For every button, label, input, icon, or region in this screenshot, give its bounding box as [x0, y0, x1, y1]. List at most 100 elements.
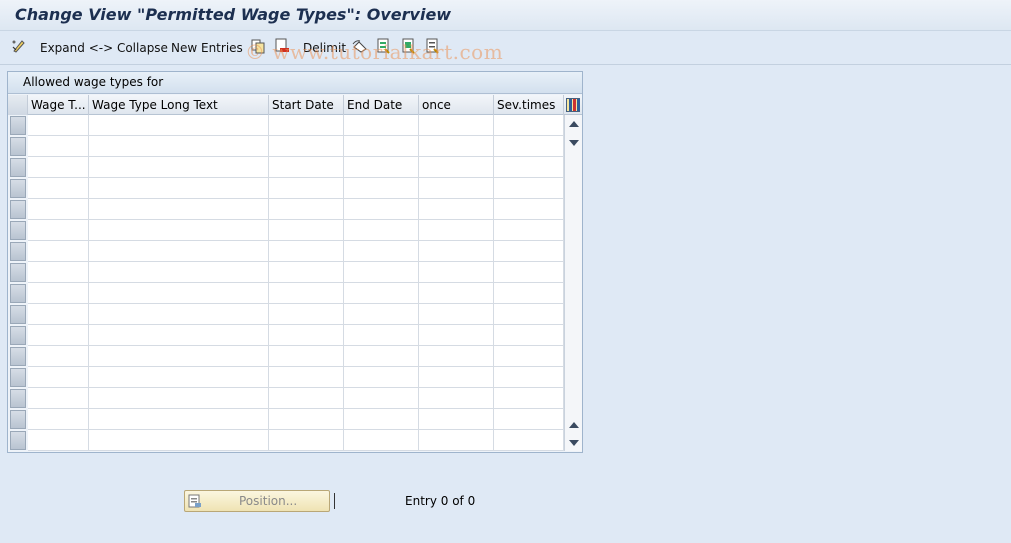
table-cell[interactable]: [494, 199, 564, 220]
row-selector[interactable]: [10, 389, 26, 408]
scroll-down-icon[interactable]: [569, 440, 579, 446]
table-cell[interactable]: [89, 409, 269, 430]
table-cell[interactable]: [28, 409, 89, 430]
row-selector[interactable]: [10, 284, 26, 303]
column-header-sev-times[interactable]: Sev.times: [494, 95, 564, 115]
table-cell[interactable]: [269, 220, 344, 241]
table-cell[interactable]: [344, 157, 419, 178]
table-cell[interactable]: [419, 304, 494, 325]
table-cell[interactable]: [344, 178, 419, 199]
table-cell[interactable]: [269, 325, 344, 346]
table-cell[interactable]: [89, 304, 269, 325]
table-cell[interactable]: [419, 199, 494, 220]
table-cell[interactable]: [419, 283, 494, 304]
row-selector[interactable]: [10, 305, 26, 324]
column-header-wage-type[interactable]: Wage T...: [28, 95, 89, 115]
table-cell[interactable]: [419, 220, 494, 241]
column-header-once[interactable]: once: [419, 95, 494, 115]
table-cell[interactable]: [28, 199, 89, 220]
table-cell[interactable]: [494, 157, 564, 178]
table-cell[interactable]: [344, 430, 419, 451]
table-cell[interactable]: [344, 220, 419, 241]
table-cell[interactable]: [494, 115, 564, 136]
table-cell[interactable]: [494, 388, 564, 409]
table-cell[interactable]: [419, 157, 494, 178]
table-cell[interactable]: [269, 262, 344, 283]
table-cell[interactable]: [89, 199, 269, 220]
table-cell[interactable]: [269, 115, 344, 136]
new-entries-button[interactable]: New Entries: [171, 39, 243, 57]
row-selector[interactable]: [10, 158, 26, 177]
table-cell[interactable]: [344, 346, 419, 367]
position-button[interactable]: Position...: [184, 490, 330, 512]
table-cell[interactable]: [419, 136, 494, 157]
table-cell[interactable]: [419, 430, 494, 451]
table-cell[interactable]: [419, 262, 494, 283]
table-cell[interactable]: [419, 241, 494, 262]
column-header-end-date[interactable]: End Date: [344, 95, 419, 115]
table-cell[interactable]: [494, 241, 564, 262]
row-selector[interactable]: [10, 410, 26, 429]
table-cell[interactable]: [89, 241, 269, 262]
table-cell[interactable]: [419, 325, 494, 346]
table-cell[interactable]: [344, 304, 419, 325]
table-cell[interactable]: [28, 220, 89, 241]
row-selector[interactable]: [10, 116, 26, 135]
table-cell[interactable]: [28, 115, 89, 136]
table-cell[interactable]: [419, 178, 494, 199]
table-cell[interactable]: [269, 157, 344, 178]
table-cell[interactable]: [494, 325, 564, 346]
table-cell[interactable]: [494, 409, 564, 430]
table-cell[interactable]: [269, 199, 344, 220]
table-cell[interactable]: [28, 178, 89, 199]
table-cell[interactable]: [28, 262, 89, 283]
table-cell[interactable]: [344, 409, 419, 430]
table-cell[interactable]: [344, 241, 419, 262]
scroll-page-up-icon[interactable]: [569, 422, 579, 428]
row-selector[interactable]: [10, 326, 26, 345]
row-selector[interactable]: [10, 179, 26, 198]
select-all-rows-cell[interactable]: [8, 95, 28, 115]
table-cell[interactable]: [419, 409, 494, 430]
table-cell[interactable]: [344, 283, 419, 304]
table-cell[interactable]: [28, 388, 89, 409]
table-cell[interactable]: [494, 430, 564, 451]
table-cell[interactable]: [89, 346, 269, 367]
row-selector[interactable]: [10, 242, 26, 261]
column-header-start-date[interactable]: Start Date: [269, 95, 344, 115]
table-cell[interactable]: [344, 325, 419, 346]
table-cell[interactable]: [269, 304, 344, 325]
table-cell[interactable]: [28, 304, 89, 325]
table-cell[interactable]: [89, 157, 269, 178]
table-cell[interactable]: [269, 241, 344, 262]
expand-collapse-button[interactable]: Expand <-> Collapse: [40, 39, 168, 57]
table-cell[interactable]: [269, 367, 344, 388]
row-selector[interactable]: [10, 347, 26, 366]
row-selector[interactable]: [10, 221, 26, 240]
table-cell[interactable]: [494, 262, 564, 283]
row-selector[interactable]: [10, 137, 26, 156]
table-cell[interactable]: [419, 115, 494, 136]
table-cell[interactable]: [28, 346, 89, 367]
table-cell[interactable]: [494, 178, 564, 199]
table-cell[interactable]: [89, 178, 269, 199]
table-cell[interactable]: [89, 115, 269, 136]
table-cell[interactable]: [89, 430, 269, 451]
table-cell[interactable]: [269, 430, 344, 451]
table-cell[interactable]: [344, 388, 419, 409]
table-cell[interactable]: [89, 388, 269, 409]
table-cell[interactable]: [28, 157, 89, 178]
table-cell[interactable]: [269, 283, 344, 304]
row-selector[interactable]: [10, 431, 26, 450]
table-cell[interactable]: [419, 388, 494, 409]
table-cell[interactable]: [28, 241, 89, 262]
table-cell[interactable]: [494, 367, 564, 388]
table-cell[interactable]: [494, 304, 564, 325]
table-cell[interactable]: [494, 283, 564, 304]
table-cell[interactable]: [344, 199, 419, 220]
table-cell[interactable]: [344, 136, 419, 157]
table-cell[interactable]: [344, 115, 419, 136]
table-cell[interactable]: [89, 262, 269, 283]
table-cell[interactable]: [28, 430, 89, 451]
table-cell[interactable]: [89, 136, 269, 157]
